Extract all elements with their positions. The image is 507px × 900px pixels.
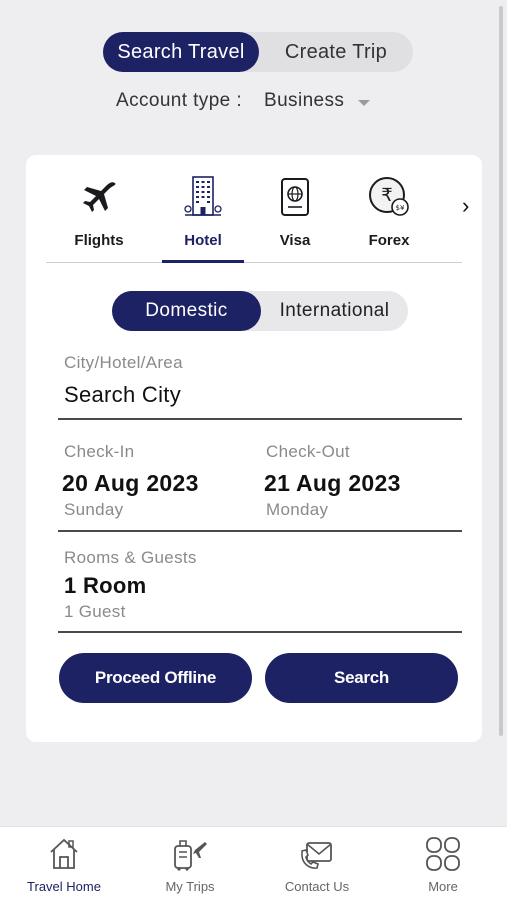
domestic-option[interactable]: Domestic bbox=[112, 291, 261, 331]
tab-label: Visa bbox=[279, 232, 311, 249]
svg-text:$¥: $¥ bbox=[396, 204, 405, 212]
scrollbar[interactable] bbox=[499, 6, 503, 736]
hotel-building-icon bbox=[161, 173, 245, 221]
nav-contact-us[interactable]: Contact Us bbox=[267, 835, 367, 894]
tab-label: Flights bbox=[74, 232, 124, 249]
rooms-guests-label: Rooms & Guests bbox=[64, 548, 197, 567]
check-in-date: 20 Aug 2023 bbox=[62, 470, 199, 496]
international-option[interactable]: International bbox=[261, 291, 408, 331]
nav-label: My Trips bbox=[165, 879, 215, 894]
passport-icon bbox=[253, 173, 337, 221]
caret-down-icon bbox=[358, 100, 370, 106]
rupee-coin-icon: ₹ $¥ bbox=[347, 173, 431, 221]
create-trip-tab[interactable]: Create Trip bbox=[259, 32, 413, 72]
nav-more[interactable]: More bbox=[393, 835, 493, 894]
tab-hotel[interactable]: Hotel bbox=[161, 173, 245, 249]
tabs-divider bbox=[46, 262, 462, 263]
tab-forex[interactable]: ₹ $¥ Forex bbox=[347, 173, 431, 249]
nav-label: Contact Us bbox=[284, 879, 350, 894]
chevron-right-icon[interactable]: › bbox=[462, 193, 469, 219]
contact-mail-icon bbox=[267, 835, 367, 873]
nav-my-trips[interactable]: My Trips bbox=[140, 835, 240, 894]
svg-text:₹: ₹ bbox=[381, 185, 392, 206]
city-field-label: City/Hotel/Area bbox=[64, 353, 183, 372]
check-out-date: 21 Aug 2023 bbox=[264, 470, 401, 496]
account-type-label: Account type : bbox=[116, 90, 243, 111]
account-type-row: Account type : Business bbox=[116, 88, 370, 114]
search-create-toggle: Search Travel Create Trip bbox=[103, 32, 413, 72]
nav-label: Travel Home bbox=[27, 879, 101, 894]
account-type-value: Business bbox=[264, 90, 345, 111]
domestic-international-toggle: Domestic International bbox=[112, 291, 408, 331]
grid-more-icon bbox=[393, 835, 493, 873]
account-type-select[interactable]: Business bbox=[264, 90, 370, 112]
proceed-offline-button[interactable]: Proceed Offline bbox=[59, 653, 252, 703]
bottom-navigation: Travel Home My Trips Contact Us More bbox=[0, 826, 507, 900]
check-out-label: Check-Out bbox=[266, 442, 350, 461]
guests-value: 1 Guest bbox=[64, 602, 126, 621]
tab-label: Hotel bbox=[184, 232, 222, 249]
check-in-label: Check-In bbox=[64, 442, 135, 461]
rooms-field-underline bbox=[58, 631, 462, 633]
luggage-icon bbox=[140, 835, 240, 873]
hotel-search-card: Flights Hotel Visa ₹ $¥ Forex › Domestic… bbox=[26, 155, 482, 742]
airplane-icon bbox=[57, 173, 141, 221]
nav-travel-home[interactable]: Travel Home bbox=[14, 835, 114, 894]
rooms-value: 1 Room bbox=[64, 573, 147, 598]
home-icon bbox=[14, 835, 114, 873]
tab-label: Forex bbox=[368, 232, 410, 249]
search-travel-tab[interactable]: Search Travel bbox=[103, 32, 259, 72]
search-button[interactable]: Search bbox=[265, 653, 458, 703]
city-search-input[interactable]: Search City bbox=[64, 382, 181, 408]
active-tab-indicator bbox=[162, 260, 244, 263]
service-tabs: Flights Hotel Visa ₹ $¥ Forex › bbox=[26, 155, 482, 263]
tab-flights[interactable]: Flights bbox=[57, 173, 141, 249]
tab-visa[interactable]: Visa bbox=[253, 173, 337, 249]
check-in-day: Sunday bbox=[64, 500, 124, 519]
nav-label: More bbox=[428, 879, 458, 894]
check-out-day: Monday bbox=[266, 500, 329, 519]
city-field-underline bbox=[58, 418, 462, 420]
dates-field-underline bbox=[58, 530, 462, 532]
